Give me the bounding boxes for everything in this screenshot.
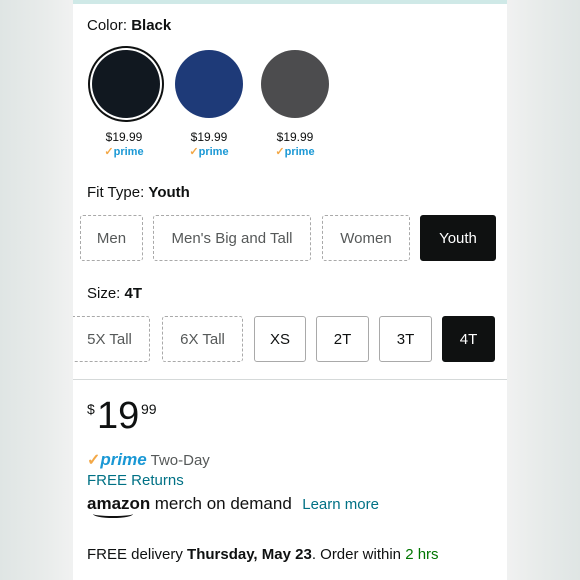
delivery-countdown: 2 hrs: [405, 546, 439, 563]
amazon-smile-icon: [93, 510, 133, 518]
learn-more-link[interactable]: Learn more: [302, 496, 379, 513]
delivery-date: Thursday, May 23: [187, 546, 312, 563]
size-option-4t[interactable]: 4T: [442, 316, 495, 362]
color-swatch-black[interactable]: [92, 50, 160, 118]
price-fraction: 99: [141, 401, 157, 417]
color-label-row: Color: Black: [87, 17, 171, 34]
free-returns-link[interactable]: FREE Returns: [87, 472, 184, 489]
fit-type-label: Fit Type:: [87, 184, 145, 201]
size-selected-value: 4T: [124, 285, 143, 302]
swatch-price-black: $19.99: [105, 130, 143, 144]
size-label: Size:: [87, 285, 121, 302]
color-label: Color:: [87, 17, 128, 34]
color-selected-value: Black: [131, 17, 172, 34]
merch-on-demand-row: amazon merch on demand Learn more: [87, 494, 379, 518]
delivery-middle: . Order within: [311, 546, 402, 563]
prime-check-icon: ✓: [275, 146, 285, 158]
size-option-2t[interactable]: 2T: [316, 316, 369, 362]
section-divider: [73, 379, 507, 380]
color-swatch-dark-heather[interactable]: [261, 50, 329, 118]
prime-speed: Two-Day: [150, 452, 210, 469]
prime-check-icon: ✓: [189, 146, 199, 158]
fit-option-mens-big-and-tall[interactable]: Men's Big and Tall: [153, 215, 311, 261]
merch-on-demand-text: merch on demand: [154, 494, 292, 513]
fit-option-women[interactable]: Women: [322, 215, 410, 261]
size-option-xs[interactable]: XS: [254, 316, 306, 362]
product-options-card: Color: Black $19.99 $19.99 $19.99 ✓prime…: [73, 0, 507, 580]
size-option-6x-tall[interactable]: 6X Tall: [162, 316, 243, 362]
prime-badge-black: ✓prime: [104, 146, 144, 158]
size-label-row: Size: 4T: [87, 285, 142, 302]
fit-type-label-row: Fit Type: Youth: [87, 184, 190, 201]
price-whole: 19: [97, 395, 140, 437]
fit-option-men[interactable]: Men: [80, 215, 143, 261]
prime-shipping-row: ✓prime Two-Day: [87, 450, 210, 470]
fit-option-youth[interactable]: Youth: [420, 215, 496, 261]
delivery-message: FREE delivery Thursday, May 23. Order wi…: [87, 546, 439, 563]
prime-badge-dark-heather: ✓prime: [275, 146, 315, 158]
swatch-price-navy: $19.99: [190, 130, 228, 144]
prime-badge-navy: ✓prime: [189, 146, 229, 158]
prime-logo: prime: [100, 450, 147, 469]
top-strip: [73, 0, 507, 4]
prime-check-icon: ✓: [104, 146, 114, 158]
color-swatch-navy[interactable]: [175, 50, 243, 118]
price-symbol: $: [87, 401, 95, 417]
size-option-3t[interactable]: 3T: [379, 316, 432, 362]
delivery-prefix: FREE delivery: [87, 546, 183, 563]
size-option-5x-tall[interactable]: 5X Tall: [73, 316, 150, 362]
prime-check-icon: ✓: [87, 452, 101, 469]
amazon-logo: amazon: [87, 494, 150, 518]
swatch-price-dark-heather: $19.99: [276, 130, 314, 144]
fit-type-selected-value: Youth: [148, 184, 190, 201]
